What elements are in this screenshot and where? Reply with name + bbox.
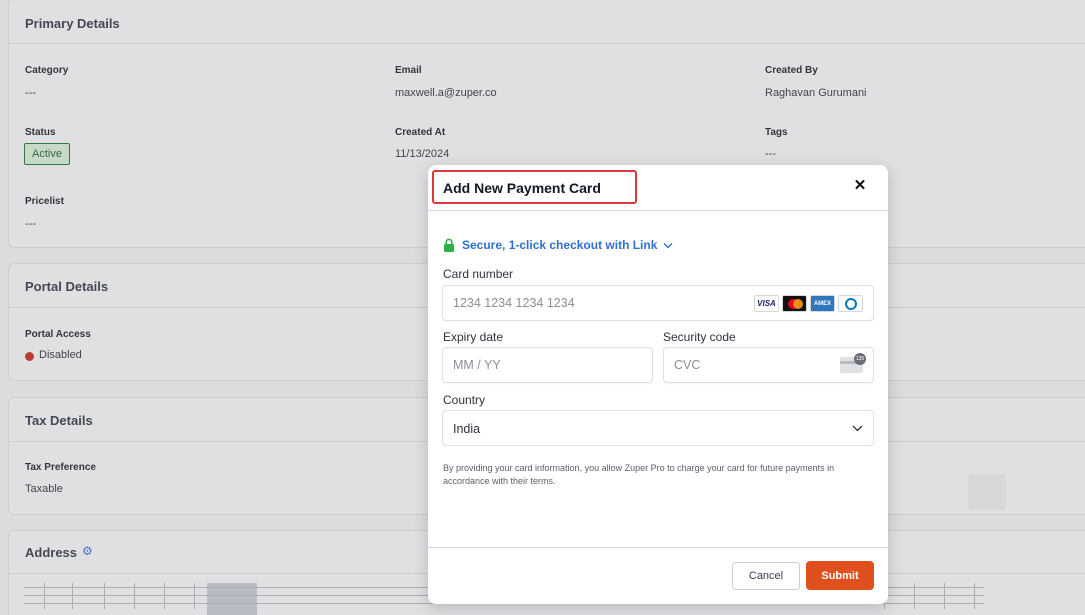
expiry-date-input[interactable]	[453, 348, 600, 382]
link-checkout-text: Secure, 1-click checkout with Link	[462, 238, 658, 252]
expiry-date-field[interactable]	[442, 347, 653, 383]
card-number-label: Card number	[443, 267, 514, 281]
link-checkout-toggle[interactable]: Secure, 1-click checkout with Link	[443, 238, 673, 252]
card-number-field[interactable]: VISA AMEX	[442, 285, 874, 321]
country-label: Country	[443, 393, 486, 407]
visa-icon: VISA	[754, 295, 779, 312]
footer-divider	[428, 547, 888, 548]
close-icon[interactable]: ✕	[852, 177, 868, 195]
country-select[interactable]: India	[442, 410, 874, 446]
cvc-badge: 135	[854, 353, 866, 365]
add-payment-card-modal: Add New Payment Card ✕ Secure, 1-click c…	[428, 165, 888, 604]
security-code-label: Security code	[663, 330, 736, 344]
cancel-button[interactable]: Cancel	[732, 562, 800, 590]
chevron-down-icon	[852, 425, 863, 432]
amex-icon: AMEX	[810, 295, 835, 312]
mastercard-icon	[782, 295, 807, 312]
modal-title: Add New Payment Card	[443, 180, 601, 196]
card-brand-icons: VISA AMEX	[754, 295, 863, 312]
security-code-field[interactable]: 135	[663, 347, 874, 383]
expiry-date-label: Expiry date	[443, 330, 504, 344]
card-number-input[interactable]	[453, 286, 754, 320]
modal-header: Add New Payment Card ✕	[428, 165, 888, 211]
chevron-down-icon	[663, 242, 673, 248]
submit-button[interactable]: Submit	[806, 561, 874, 590]
country-selected-value: India	[453, 422, 481, 436]
lock-icon	[444, 238, 454, 252]
security-code-input[interactable]	[674, 348, 821, 382]
diners-icon	[838, 295, 863, 312]
legal-disclaimer: By providing your card information, you …	[443, 463, 835, 486]
cvc-card-icon: 135	[840, 353, 866, 373]
